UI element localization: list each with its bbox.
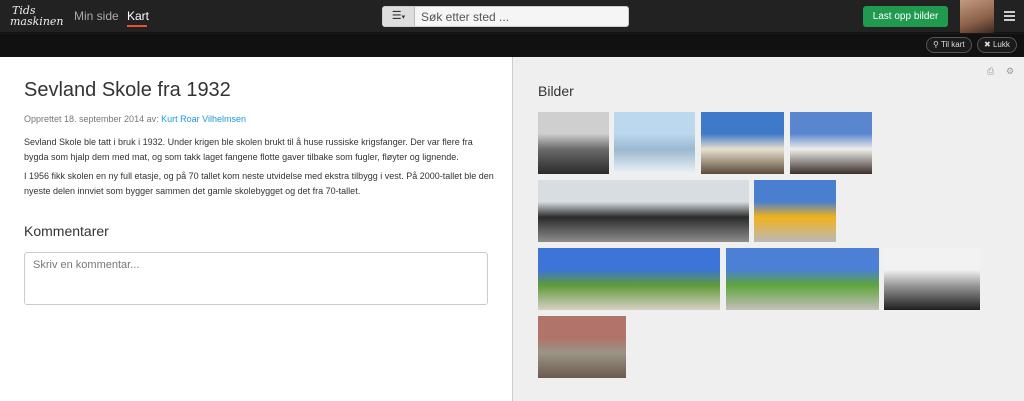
article-paragraph-2: I 1956 fikk skolen en ny full etasje, og… — [24, 171, 494, 196]
photo-crowd-entrance[interactable] — [790, 112, 872, 174]
search-filter-dropdown[interactable]: ☰▾ — [383, 7, 415, 26]
author-link[interactable]: Kurt Roar Vilhelmsen — [161, 114, 246, 124]
active-nav-indicator — [127, 25, 147, 27]
list-icon: ☰ — [391, 10, 402, 22]
close-button[interactable]: ✖ Lukk — [977, 37, 1017, 53]
photo-bw-house[interactable] — [884, 248, 980, 310]
gear-icon[interactable]: ⚙ — [1006, 67, 1015, 76]
photo-field-panorama[interactable] — [726, 248, 879, 310]
tidsmaskinen-logo[interactable]: Tids maskinen — [8, 3, 64, 31]
photo-school-building[interactable] — [701, 112, 784, 174]
search-bar: ☰▾ — [382, 6, 629, 27]
comment-input[interactable] — [24, 252, 488, 305]
search-input[interactable] — [421, 9, 621, 24]
nav-min-side[interactable]: Min side — [74, 9, 119, 23]
close-label: Lukk — [992, 40, 1010, 49]
created-date: Opprettet 18. september 2014 av: — [24, 114, 159, 124]
map-pin-icon: ⚲ — [933, 40, 939, 49]
article-meta: Opprettet 18. september 2014 av: Kurt Ro… — [24, 114, 246, 124]
article-paragraph-1: Sevland Skole ble tatt i bruk i 1932. Un… — [24, 137, 473, 162]
user-avatar[interactable] — [960, 0, 994, 33]
comments-heading: Kommentarer — [24, 223, 109, 239]
caret-down-icon: ▾ — [401, 14, 406, 21]
photo-old-class[interactable] — [538, 112, 609, 174]
print-icon[interactable]: ⎙ — [987, 67, 996, 76]
gallery-panel: ⎙ ⚙ Bilder — [512, 57, 1024, 401]
detail-toolbar: ⚲ Til kart ✖ Lukk — [0, 34, 1024, 57]
photo-yard-panorama[interactable] — [538, 248, 720, 310]
photo-school-snow[interactable] — [614, 112, 695, 174]
to-map-button[interactable]: ⚲ Til kart — [926, 37, 972, 53]
photo-crowd-panorama[interactable] — [538, 180, 749, 242]
upload-photos-button[interactable]: Last opp bilder — [863, 6, 948, 27]
gallery-heading: Bilder — [538, 83, 574, 99]
page-title: Sevland Skole fra 1932 — [24, 79, 231, 101]
top-navbar: Tids maskinen Min side Kart ☰▾ Last opp … — [0, 0, 1024, 33]
nav-kart[interactable]: Kart — [127, 9, 149, 23]
photo-playground[interactable] — [754, 180, 836, 242]
close-icon: ✖ — [984, 40, 991, 49]
logo-line-2: maskinen — [10, 15, 64, 28]
hamburger-menu-icon[interactable] — [1004, 11, 1015, 21]
photo-aerial[interactable] — [538, 316, 626, 378]
article-panel: Sevland Skole fra 1932 Opprettet 18. sep… — [0, 57, 512, 401]
to-map-label: Til kart — [940, 40, 965, 49]
